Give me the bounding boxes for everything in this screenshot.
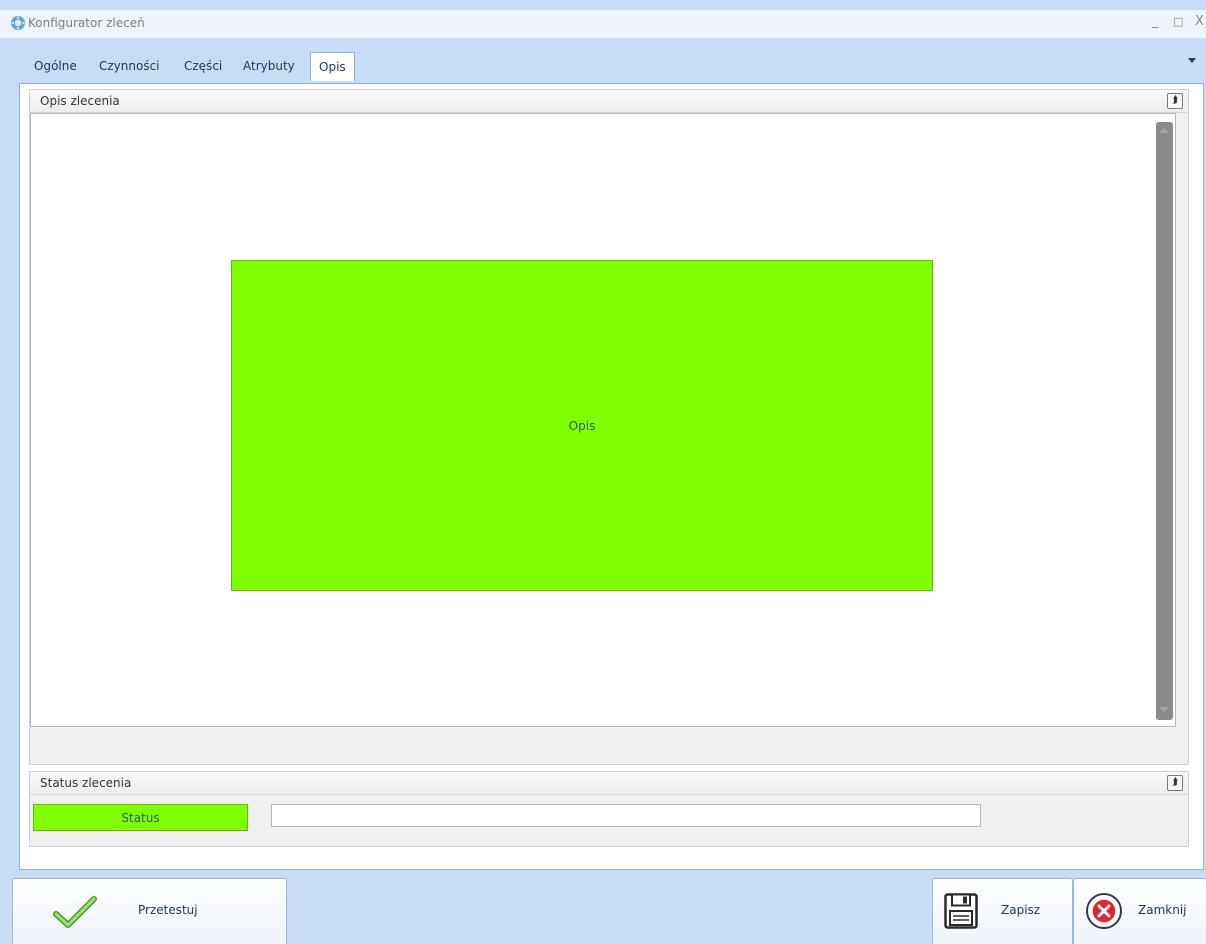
tab-atrybuty[interactable]: Atrybuty <box>243 52 295 80</box>
test-button-label: Przetestuj <box>138 903 198 917</box>
status-collapse-button[interactable]: ⮭ <box>1167 775 1183 791</box>
status-group-header: Status zlecenia ⮭ <box>30 772 1188 795</box>
tab-ogolne[interactable]: Ogólne <box>34 52 77 80</box>
scroll-down-icon[interactable] <box>1159 707 1169 712</box>
opis-field[interactable]: Opis <box>231 260 933 591</box>
minimize-button[interactable]: _ <box>1152 14 1159 29</box>
save-button-label: Zapisz <box>1001 903 1041 917</box>
description-group-header: Opis zlecenia ⮭ <box>30 90 1188 113</box>
maximize-button[interactable]: □ <box>1173 15 1183 28</box>
tab-opis[interactable]: Opis <box>310 52 355 81</box>
app-window: Konfigurator zleceń _ □ X Ogólne Czynnoś… <box>0 0 1206 944</box>
tab-czesci[interactable]: Części <box>184 52 222 80</box>
floppy-disk-icon <box>944 893 978 929</box>
description-group-title: Opis zlecenia <box>40 94 120 108</box>
status-group-title: Status zlecenia <box>40 776 132 790</box>
scrollbar-thumb[interactable] <box>1156 122 1173 720</box>
description-editor[interactable]: Opis <box>30 113 1176 727</box>
save-button[interactable]: Zapisz <box>932 878 1073 944</box>
tab-content-panel: Opis zlecenia ⮭ Opis Status zlecenia ⮭ S… <box>19 83 1204 870</box>
app-logo-icon <box>11 16 25 30</box>
checkmark-icon <box>53 896 97 928</box>
close-button[interactable]: Zamknij <box>1073 878 1206 944</box>
status-text-input[interactable] <box>271 804 981 827</box>
window-title: Konfigurator zleceń <box>28 16 145 30</box>
opis-field-label: Opis <box>568 418 596 433</box>
close-circle-icon <box>1086 893 1122 929</box>
tab-czynnosci[interactable]: Czynności <box>99 52 160 80</box>
tab-overflow-dropdown-icon[interactable] <box>1188 58 1196 63</box>
status-group: Status zlecenia ⮭ Status <box>29 771 1189 847</box>
status-field-label: Status <box>121 810 160 825</box>
double-chevron-up-icon: ⮭ <box>1172 95 1178 106</box>
close-window-button[interactable]: X <box>1195 14 1204 29</box>
description-scrollbar[interactable] <box>1153 114 1175 726</box>
close-button-label: Zamknij <box>1138 903 1187 917</box>
description-collapse-button[interactable]: ⮭ <box>1167 93 1183 109</box>
tab-strip: Ogólne Czynności Części Atrybuty Opis <box>0 38 1206 84</box>
scroll-up-icon[interactable] <box>1159 128 1169 133</box>
title-bar: Konfigurator zleceń _ □ X <box>0 10 1206 39</box>
description-group: Opis zlecenia ⮭ Opis <box>29 89 1189 765</box>
double-chevron-up-icon: ⮭ <box>1172 777 1178 788</box>
status-field[interactable]: Status <box>33 804 248 831</box>
test-button[interactable]: Przetestuj <box>12 878 287 944</box>
